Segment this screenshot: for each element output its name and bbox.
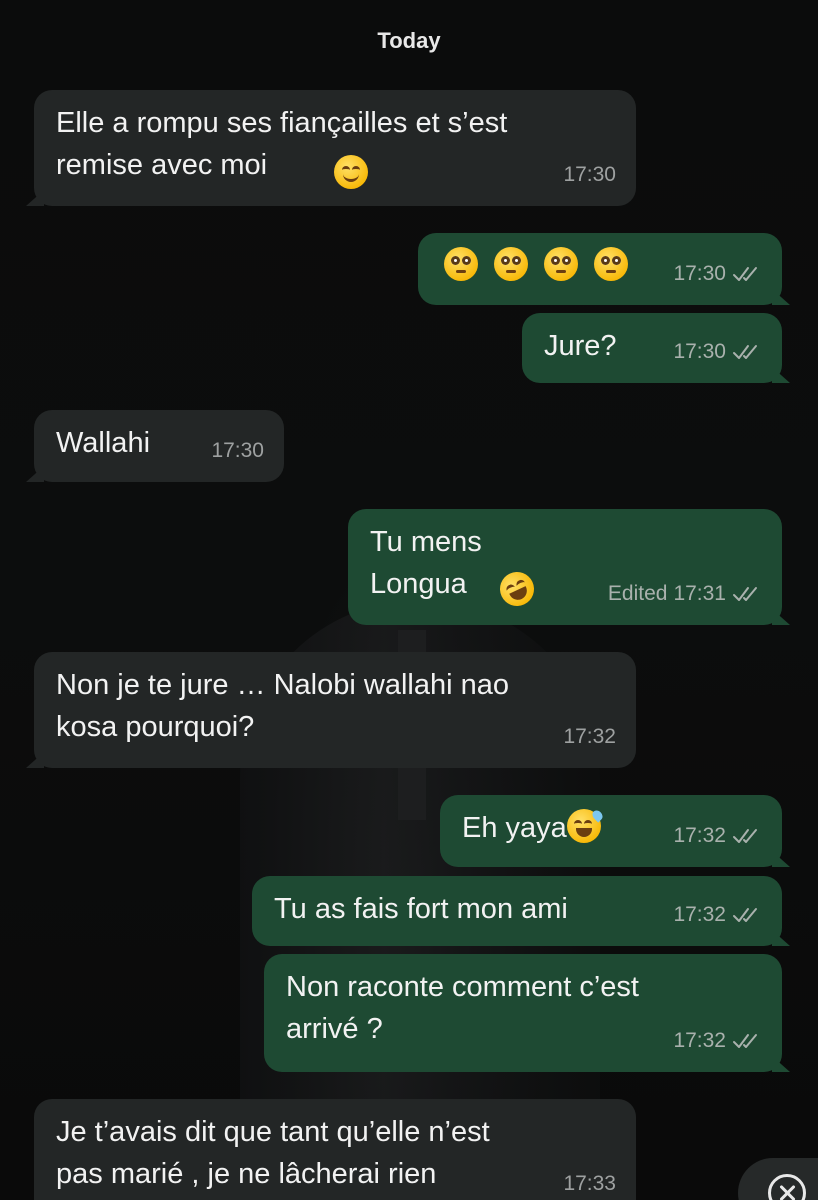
message-bubble-outgoing[interactable]: Tu as fais fort mon ami 17:32 xyxy=(252,876,790,946)
message-text: Elle a rompu ses fiançailles et s’est re… xyxy=(56,107,508,181)
grinning-sweat-emoji-icon xyxy=(566,808,605,843)
message-time: 17:30 xyxy=(673,262,726,285)
double-check-icon xyxy=(733,908,757,922)
message-text: Je t’avais dit que tant qu’elle n’est pa… xyxy=(56,1116,490,1190)
message-time: 17:32 xyxy=(673,824,726,847)
message-time: 17:31 xyxy=(673,582,726,605)
message-bubble-incoming[interactable]: Non je te jure … Nalobi wallahi nao kosa… xyxy=(26,652,636,768)
smiling-face-emoji-icon xyxy=(334,155,368,189)
date-separator: Today xyxy=(377,28,441,53)
message-bubble-outgoing[interactable]: 17:30 xyxy=(418,233,790,305)
message-bubble-incoming[interactable]: Wallahi 17:30 xyxy=(26,410,284,482)
wallpaper-detail xyxy=(398,760,426,820)
message-time: 17:30 xyxy=(673,340,726,363)
message-time: 17:33 xyxy=(563,1172,616,1195)
message-bubble-outgoing[interactable]: Non raconte comment c’est arrivé ? 17:32 xyxy=(264,954,790,1072)
message-text: Non je te jure … Nalobi wallahi nao kosa… xyxy=(56,669,509,743)
close-circle-icon xyxy=(768,1174,806,1200)
message-bubble-incoming[interactable]: Elle a rompu ses fiançailles et s’est re… xyxy=(26,90,636,206)
message-bubble-incoming[interactable]: Je t’avais dit que tant qu’elle n’est pa… xyxy=(34,1099,636,1200)
edited-label: Edited xyxy=(607,582,668,605)
double-check-icon xyxy=(733,829,757,843)
message-time: 17:30 xyxy=(211,439,264,462)
message-time: 17:32 xyxy=(673,903,726,926)
message-text: Non raconte comment c’est arrivé ? xyxy=(286,971,639,1045)
message-text: Tu mens Longua xyxy=(370,526,482,600)
message-text: Jure? xyxy=(544,330,617,362)
message-bubble-outgoing[interactable]: Jure? 17:30 xyxy=(522,313,790,383)
double-check-icon xyxy=(733,1034,757,1048)
rolling-on-floor-laughing-emoji-icon xyxy=(494,566,540,612)
message-time: 17:32 xyxy=(673,1029,726,1052)
flushed-face-emoji-icon xyxy=(494,247,529,281)
message-text: Tu as fais fort mon ami xyxy=(274,893,568,925)
double-check-icon xyxy=(733,345,757,359)
message-bubble-outgoing[interactable]: Eh yaya 17:32 xyxy=(440,795,790,867)
double-check-icon xyxy=(733,267,757,281)
flushed-face-emoji-icon xyxy=(594,247,629,281)
message-time: 17:32 xyxy=(563,725,616,748)
message-text: Wallahi xyxy=(56,427,151,459)
message-bubble-outgoing[interactable]: Tu mens Longua Edited 17:31 xyxy=(348,509,790,625)
double-check-icon xyxy=(733,587,757,601)
flushed-face-emoji-icon xyxy=(444,247,478,281)
message-text: Eh yaya xyxy=(462,812,567,844)
message-time: 17:30 xyxy=(563,163,616,186)
flushed-face-emoji-icon xyxy=(544,247,579,281)
